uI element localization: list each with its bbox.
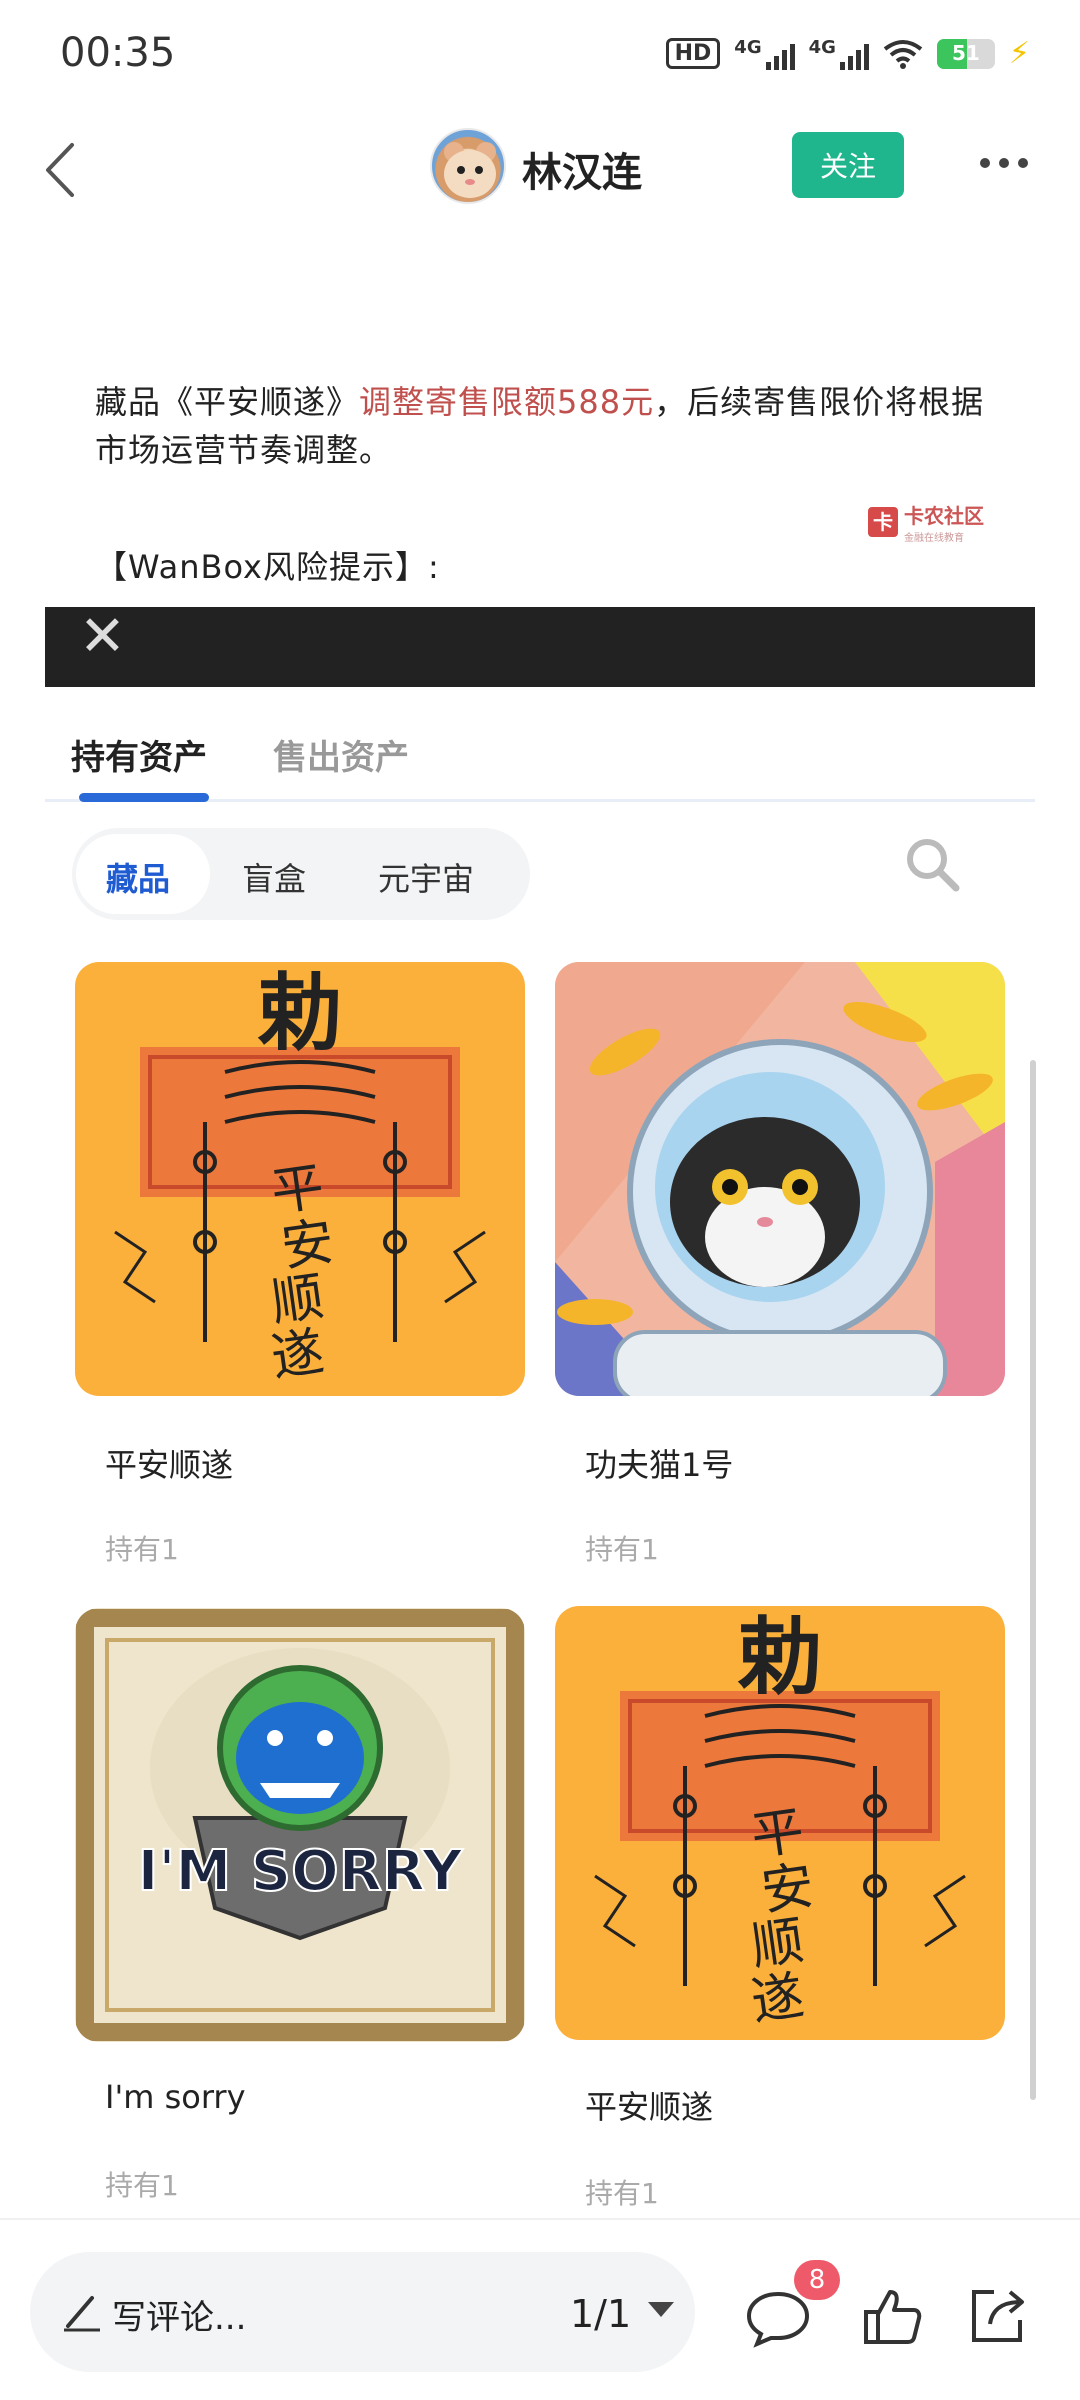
signal-icon: 4G — [734, 37, 795, 70]
svg-text:遂: 遂 — [748, 1966, 808, 2033]
status-icons: HD 4G 4G 51 ⚡ — [665, 36, 1030, 71]
post-body: 藏品《平安顺遂》调整寄售限额588元，后续寄售限价将根据市场运营节奏调整。 — [95, 378, 995, 474]
hd-icon: HD — [665, 38, 721, 69]
item-image-cat[interactable] — [555, 962, 1005, 1396]
item-hold-count: 持有1 — [105, 2169, 179, 2202]
tab-sold-assets[interactable]: 售出资产 — [273, 730, 409, 779]
category-filter: 藏品 盲盒 元宇宙 — [72, 828, 530, 920]
battery-icon: 51 — [936, 38, 995, 69]
watermark-subtext: 金融在线教育 — [904, 533, 964, 544]
im-sorry-art-text: I'M SORRY — [138, 1839, 464, 1904]
comment-icon[interactable] — [745, 2288, 811, 2348]
item-hold-count: 持有1 — [585, 2177, 659, 2210]
item-title[interactable]: 功夫猫1号 — [585, 1440, 733, 1486]
item-image-talisman[interactable]: 勅 平 安 顺 遂 — [75, 962, 525, 1396]
close-icon[interactable]: ✕ — [79, 609, 126, 665]
filter-collectibles[interactable]: 藏品 — [106, 854, 170, 900]
author-avatar[interactable] — [430, 128, 506, 204]
author-name[interactable]: 林汉连 — [522, 140, 642, 198]
im-sorry-art: I'M SORRY — [76, 1609, 524, 2041]
hamster-avatar-art — [444, 142, 496, 198]
wifi-icon — [883, 39, 923, 69]
item-title[interactable]: 平安顺遂 — [585, 2082, 713, 2128]
active-tab-indicator — [79, 793, 209, 802]
page-indicator[interactable]: 1/1 — [570, 2292, 631, 2336]
talisman-top-char: 勅 — [257, 963, 342, 1062]
status-bar: 00:35 HD 4G 4G 51 ⚡ — [0, 0, 1080, 110]
talisman-art-2: 勅 平 安 顺 遂 — [594, 1607, 966, 2033]
share-icon[interactable] — [966, 2284, 1030, 2348]
signal-icon-2: 4G — [809, 37, 869, 70]
network-label: 4G — [734, 37, 762, 58]
watermark: 卡 卡农社区 金融在线教育 — [868, 500, 984, 544]
post-text-prefix: 藏品《平安顺遂》 — [95, 383, 360, 421]
svg-text:遂: 遂 — [268, 1322, 328, 1389]
item-hold-count: 持有1 — [585, 1533, 659, 1566]
status-time: 00:35 — [60, 30, 176, 76]
charging-icon: ⚡ — [1008, 36, 1030, 71]
post-header: 林汉连 关注 — [0, 110, 1080, 230]
risk-notice-title: 【WanBox风险提示】: — [95, 548, 440, 586]
comment-placeholder: 写评论... — [112, 2298, 247, 2338]
search-icon[interactable] — [902, 834, 962, 894]
asset-tabs: 持有资产 售出资产 — [45, 720, 1035, 802]
filter-metaverse[interactable]: 元宇宙 — [378, 854, 474, 900]
network-label-2: 4G — [808, 37, 836, 58]
scrollbar[interactable] — [1030, 1060, 1036, 2100]
caret-down-icon[interactable] — [648, 2302, 674, 2317]
item-title[interactable]: 平安顺遂 — [105, 1440, 233, 1486]
back-icon[interactable] — [28, 135, 98, 205]
talisman-art: 勅 平 安 顺 遂 — [114, 963, 486, 1389]
thumbs-up-icon[interactable] — [862, 2286, 924, 2348]
watermark-logo-icon: 卡 — [868, 507, 898, 537]
more-options-icon[interactable] — [980, 158, 1028, 168]
astronaut-cat-art — [555, 962, 1005, 1396]
battery-level: 51 — [952, 40, 980, 65]
post-text-highlight: 调整寄售限额588元 — [359, 383, 655, 421]
follow-button[interactable]: 关注 — [792, 132, 904, 198]
bottom-action-bar: 写评论... 1/1 8 — [0, 2218, 1080, 2400]
item-image-talisman-2[interactable]: 勅 平 安 顺 遂 — [555, 1606, 1005, 2040]
item-hold-count: 持有1 — [105, 1533, 179, 1566]
filter-blind-box[interactable]: 盲盒 — [242, 854, 306, 900]
watermark-text: 卡农社区 — [904, 504, 984, 528]
comment-input[interactable]: 写评论... 1/1 — [30, 2252, 695, 2372]
item-title[interactable]: I'm sorry — [105, 2078, 246, 2116]
talisman-top-char: 勅 — [737, 1607, 822, 1706]
overlay-banner: ✕ — [45, 607, 1035, 687]
pen-icon — [64, 2296, 100, 2332]
item-image-im-sorry[interactable]: I'M SORRY — [75, 1608, 525, 2042]
comment-count-badge: 8 — [794, 2260, 840, 2300]
tab-held-assets[interactable]: 持有资产 — [71, 730, 207, 779]
